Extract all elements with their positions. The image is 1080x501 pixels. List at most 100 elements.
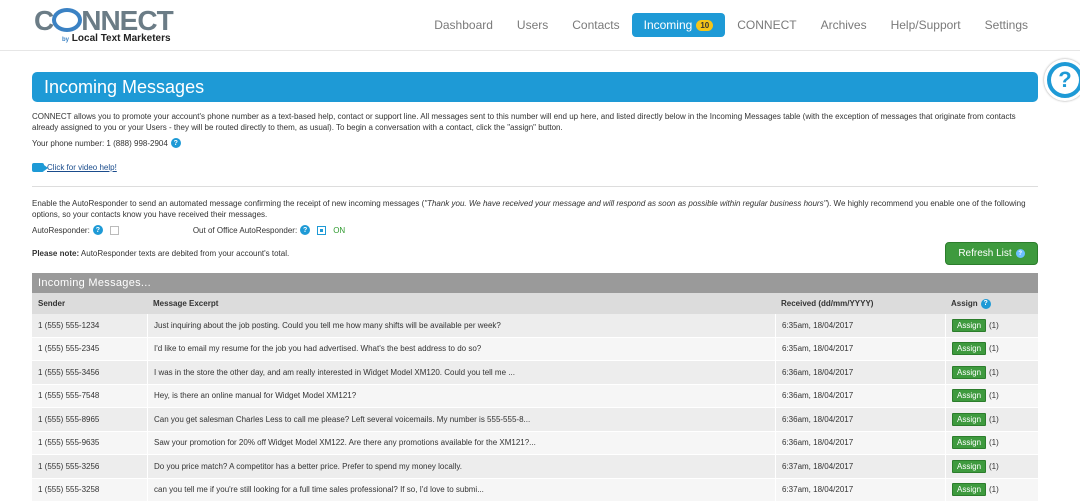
assign-count: (1) [989, 414, 999, 424]
assign-count: (1) [989, 391, 999, 401]
assign-count: (1) [989, 485, 999, 495]
table-body: 1 (555) 555-1234 Just inquiring about th… [32, 314, 1038, 501]
cell-excerpt: I'd like to email my resume for the job … [147, 337, 775, 360]
logo-wordmark: C NNECT [34, 5, 174, 36]
refresh-list-button[interactable]: Refresh List ? [945, 242, 1038, 265]
main-nav: Dashboard Users Contacts Incoming 10 CONN… [422, 13, 1040, 37]
assign-button[interactable]: Assign [952, 342, 987, 356]
out-of-office-checkbox[interactable] [317, 225, 327, 235]
nav-archives[interactable]: Archives [809, 13, 879, 37]
cell-received: 6:36am, 18/04/2017 [775, 431, 945, 454]
assign-button[interactable]: Assign [952, 436, 987, 450]
out-of-office-option: Out of Office AutoResponder: ? ON [193, 225, 345, 235]
cell-assign: Assign (1) [945, 337, 1038, 360]
cell-received: 6:35am, 18/04/2017 [775, 337, 945, 360]
assign-button[interactable]: Assign [952, 483, 987, 497]
cell-assign: Assign (1) [945, 431, 1038, 454]
cell-excerpt: I was in the store the other day, and am… [147, 361, 775, 384]
table-header: Sender Message Excerpt Received (dd/mm/Y… [32, 293, 1038, 314]
table-row: 1 (555) 555-3258 can you tell me if you'… [32, 478, 1038, 501]
connect-logo[interactable]: C NNECT by Local Text Marketers [34, 5, 174, 45]
nav-settings[interactable]: Settings [973, 13, 1040, 37]
cell-excerpt: Saw your promotion for 20% off Widget Mo… [147, 431, 775, 454]
video-camera-icon [32, 163, 48, 172]
help-icon[interactable]: ? [1015, 249, 1025, 258]
cell-sender: 1 (555) 555-3256 [38, 461, 100, 471]
autoresponder-checkbox[interactable] [109, 225, 119, 235]
autoresponder-note: Please note: AutoResponder texts are deb… [32, 249, 290, 258]
table-row: 1 (555) 555-3456 I was in the store the … [32, 361, 1038, 385]
header-assign: Assign? [945, 293, 1038, 314]
nav-users[interactable]: Users [505, 13, 560, 37]
logo-tagline: by Local Text Marketers [62, 33, 171, 44]
assign-button[interactable]: Assign [952, 318, 987, 332]
section-divider [32, 186, 1038, 187]
cell-received: 6:36am, 18/04/2017 [775, 384, 945, 407]
nav-incoming[interactable]: Incoming 10 [631, 13, 726, 37]
table-title: Incoming Messages... [32, 273, 1038, 293]
autoresponder-description: Enable the AutoResponder to send an auto… [32, 199, 1026, 219]
cell-excerpt: Hey, is there an online manual for Widge… [147, 384, 775, 407]
assign-button[interactable]: Assign [952, 459, 987, 473]
assign-count: (1) [989, 344, 999, 354]
help-icon[interactable]: ? [92, 225, 103, 235]
out-of-office-state: ON [333, 225, 346, 235]
cell-received: 6:36am, 18/04/2017 [775, 361, 945, 384]
nav-dashboard[interactable]: Dashboard [422, 13, 505, 37]
video-help-link[interactable]: Click for video help! [47, 163, 117, 172]
cell-excerpt: Do you price match? A competitor has a b… [147, 455, 775, 478]
table-row: 1 (555) 555-8965 Can you get salesman Ch… [32, 408, 1038, 432]
autoresponder-options: AutoResponder: ? Out of Office AutoRespo… [32, 225, 345, 235]
help-icon[interactable]: ? [980, 298, 991, 309]
top-navigation-bar: C NNECT by Local Text Marketers Dashboard… [0, 0, 1080, 51]
autoresponder-label: AutoResponder: [32, 225, 90, 235]
assign-button[interactable]: Assign [952, 412, 987, 426]
cell-excerpt: can you tell me if you're still looking … [147, 478, 775, 501]
help-float-button[interactable]: ? [1044, 59, 1080, 101]
incoming-messages-table: Incoming Messages... Sender Message Exce… [32, 273, 1038, 501]
nav-help-support[interactable]: Help/Support [879, 13, 973, 37]
assign-button[interactable]: Assign [952, 365, 987, 379]
help-icon[interactable]: ? [170, 138, 181, 148]
autoresponder-option: AutoResponder: ? [32, 225, 119, 235]
cell-received: 6:35am, 18/04/2017 [775, 314, 945, 337]
cell-assign: Assign (1) [945, 478, 1038, 501]
out-of-office-label: Out of Office AutoResponder: [192, 225, 298, 235]
assign-count: (1) [989, 320, 999, 330]
cell-received: 6:37am, 18/04/2017 [775, 478, 945, 501]
cell-assign: Assign (1) [945, 314, 1038, 337]
header-received: Received (dd/mm/YYYY) [781, 299, 874, 308]
nav-connect[interactable]: CONNECT [725, 13, 808, 37]
table-row: 1 (555) 555-9635 Saw your promotion for … [32, 431, 1038, 455]
cell-assign: Assign (1) [945, 408, 1038, 431]
question-mark-icon: ? [1051, 66, 1079, 94]
cell-sender: 1 (555) 555-1234 [38, 320, 100, 330]
help-icon[interactable]: ? [300, 225, 311, 235]
phone-number-line: Your phone number: 1 (888) 998-2904 ? [32, 138, 181, 148]
cell-sender: 1 (555) 555-7548 [38, 391, 100, 401]
cell-received: 6:36am, 18/04/2017 [775, 408, 945, 431]
cell-assign: Assign (1) [945, 361, 1038, 384]
cell-assign: Assign (1) [945, 455, 1038, 478]
table-row: 1 (555) 555-7548 Hey, is there an online… [32, 384, 1038, 408]
page-title: Incoming Messages [44, 77, 205, 97]
nav-contacts[interactable]: Contacts [560, 13, 631, 37]
cell-assign: Assign (1) [945, 384, 1038, 407]
header-sender: Sender [38, 299, 66, 308]
table-row: 1 (555) 555-2345 I'd like to email my re… [32, 337, 1038, 361]
cell-sender: 1 (555) 555-3456 [38, 367, 100, 377]
cell-excerpt: Can you get salesman Charles Less to cal… [147, 408, 775, 431]
cell-sender: 1 (555) 555-2345 [38, 344, 100, 354]
assign-count: (1) [989, 367, 999, 377]
assign-count: (1) [989, 461, 999, 471]
table-row: 1 (555) 555-1234 Just inquiring about th… [32, 314, 1038, 338]
cell-excerpt: Just inquiring about the job posting. Co… [147, 314, 775, 337]
page-title-bar: Incoming Messages [32, 72, 1038, 102]
cell-sender: 1 (555) 555-3258 [38, 485, 100, 495]
header-excerpt: Message Excerpt [153, 299, 219, 308]
intro-text: CONNECT allows you to promote your accou… [32, 112, 1016, 132]
video-help: Click for video help! [32, 163, 117, 172]
table-row: 1 (555) 555-3256 Do you price match? A c… [32, 455, 1038, 479]
assign-button[interactable]: Assign [952, 389, 987, 403]
cell-sender: 1 (555) 555-9635 [38, 438, 100, 448]
